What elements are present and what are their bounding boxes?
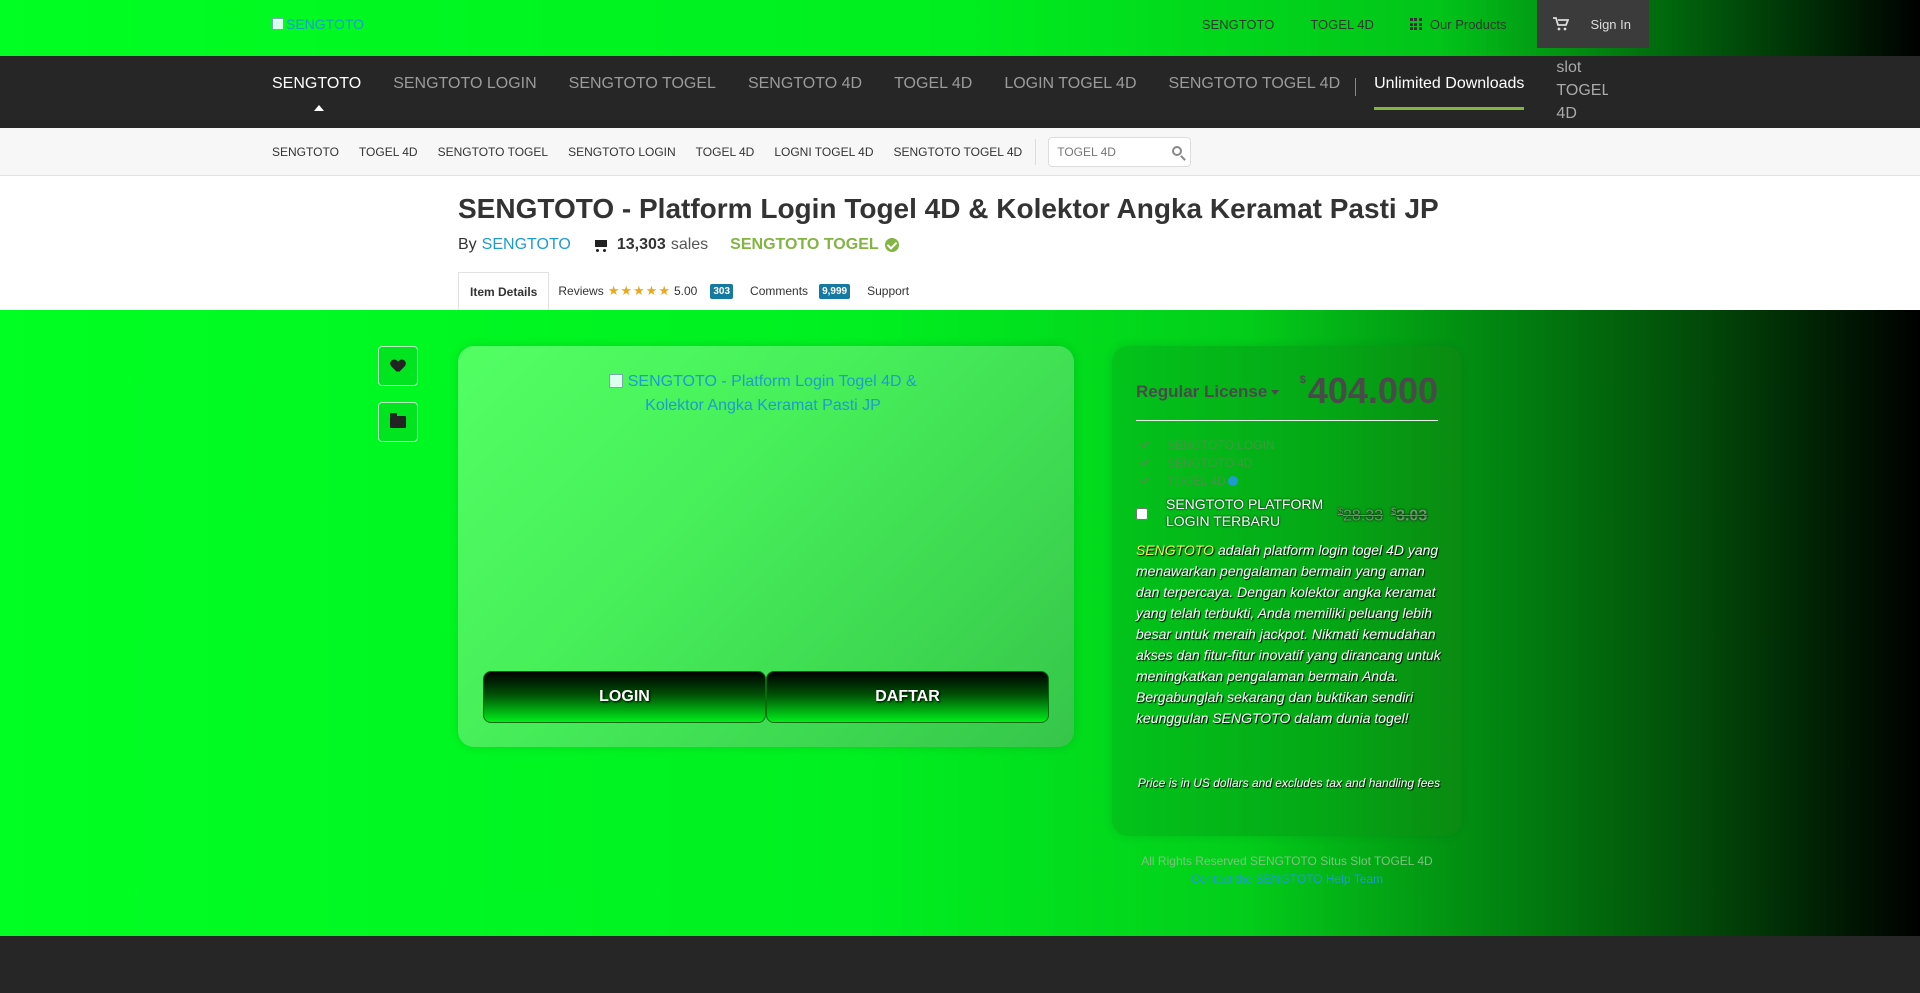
item-tabs: Item Details Reviews ★★★★★ 5.00 303 Comm…	[458, 272, 909, 310]
check-icon	[1139, 474, 1150, 485]
feature-label: TOGEL 4D	[1167, 474, 1226, 488]
nav-divider	[1355, 78, 1357, 96]
unlimited-downloads-link[interactable]: Unlimited Downloads	[1374, 56, 1525, 128]
subnav-logni-togel-4d[interactable]: LOGNI TOGEL 4D	[774, 145, 873, 159]
apps-grid-icon	[1409, 18, 1422, 30]
item-description: SENGTOTO adalah platform login togel 4D …	[1136, 540, 1442, 729]
price-value: 404.000	[1307, 370, 1438, 411]
logo-alt-text: SENGTOTO	[286, 16, 365, 32]
collection-button[interactable]	[378, 402, 418, 442]
cart-icon	[1552, 17, 1569, 31]
category-togel-4d[interactable]: TOGEL 4D	[894, 56, 972, 128]
top-bar: SENGTOTO SENGTOTO TOGEL 4D Our Products …	[0, 0, 1920, 56]
item-meta: By SENGTOTO 13,303 sales SENGTOTO TOGEL	[458, 235, 899, 255]
item-header: SENGTOTO - Platform Login Togel 4D & Kol…	[0, 176, 1920, 310]
description-brand: SENGTOTO	[1136, 542, 1215, 558]
caret-down-icon	[1271, 390, 1280, 395]
category-nav: SENGTOTO SENGTOTO LOGIN SENGTOTO TOGEL S…	[0, 56, 1920, 128]
subnav-divider	[1035, 139, 1037, 165]
rating-value: 5.00	[674, 284, 698, 298]
site-logo[interactable]: SENGTOTO	[272, 16, 364, 32]
description-text: adalah platform login togel 4D yang mena…	[1136, 542, 1441, 726]
rating-stars: ★★★★★	[607, 283, 671, 298]
search-input[interactable]	[1057, 139, 1168, 165]
heart-icon	[391, 360, 405, 373]
preview-image[interactable]: SENGTOTO - Platform Login Togel 4D & Kol…	[603, 370, 923, 418]
tab-comments[interactable]: Comments	[750, 284, 808, 298]
license-selector[interactable]: Regular License	[1136, 382, 1280, 402]
by-label: By	[458, 236, 477, 253]
verified-check-icon	[884, 238, 899, 252]
main-content: SENGTOTO - Platform Login Togel 4D & Kol…	[0, 310, 1920, 936]
sales-label: sales	[670, 236, 709, 253]
subnav-sengtoto[interactable]: SENGTOTO	[272, 145, 339, 159]
top-links: SENGTOTO TOGEL 4D Our Products Sign In	[1166, 0, 1649, 48]
subnav-sengtoto-login[interactable]: SENGTOTO LOGIN	[568, 145, 676, 159]
subnav-togel-4d[interactable]: TOGEL 4D	[359, 145, 418, 159]
feature-item: SENGTOTO 4D	[1139, 456, 1253, 470]
reviews-count-badge: 303	[710, 283, 734, 299]
feature-label: SENGTOTO 4D	[1167, 456, 1253, 470]
tab-item-details[interactable]: Item Details	[458, 272, 550, 310]
search-box	[1048, 137, 1192, 167]
favorite-button[interactable]	[378, 346, 418, 386]
price-divider	[1136, 420, 1438, 421]
our-products-link[interactable]: Our Products	[1409, 16, 1507, 32]
addon-new-price: $3.03	[1391, 506, 1428, 525]
sales-count: 13,303	[616, 236, 666, 253]
search-icon[interactable]	[1172, 146, 1183, 156]
broken-image-icon	[609, 374, 624, 388]
tab-support[interactable]: Support	[867, 284, 909, 298]
purchase-panel: Regular License $404.000 SENGTOTO LOGIN …	[1112, 346, 1462, 836]
help-team-link[interactable]: Contact the SENGTOTO Help Team	[1191, 872, 1383, 886]
info-icon[interactable]	[1227, 476, 1238, 486]
subnav-sengtoto-togel-4d[interactable]: SENGTOTO TOGEL 4D	[894, 145, 1023, 159]
daftar-button[interactable]: DAFTAR	[766, 671, 1049, 723]
addon-option: SENGTOTO PLATFORM LOGIN TERBARU $28.33 $…	[1136, 496, 1446, 532]
elite-author-badge: SENGTOTO TOGEL	[730, 236, 879, 253]
check-icon	[1139, 438, 1150, 449]
sub-nav: SENGTOTO TOGEL 4D SENGTOTO TOGEL SENGTOT…	[0, 128, 1920, 176]
folder-icon	[390, 413, 406, 428]
sign-in-label: Sign In	[1590, 16, 1631, 32]
cart-icon	[593, 238, 609, 252]
preview-image-alt: SENGTOTO - Platform Login Togel 4D & Kol…	[627, 373, 917, 414]
login-button[interactable]: LOGIN	[483, 671, 766, 723]
page-title: SENGTOTO - Platform Login Togel 4D & Kol…	[458, 193, 1439, 224]
top-link-togel-4d[interactable]: TOGEL 4D	[1310, 17, 1374, 32]
comments-count-badge: 9,999	[819, 283, 851, 299]
addon-old-price: $28.33	[1338, 506, 1384, 525]
broken-image-icon	[272, 18, 284, 30]
author-link[interactable]: SENGTOTO	[482, 236, 571, 254]
slot-togel-image[interactable]: slot TOGEL 4D	[1556, 56, 1608, 125]
check-icon	[1139, 456, 1150, 467]
feature-item: SENGTOTO LOGIN	[1139, 438, 1275, 452]
sign-in-button[interactable]: Sign In	[1536, 0, 1649, 48]
item-preview: SENGTOTO - Platform Login Togel 4D & Kol…	[458, 346, 1074, 747]
feature-item: TOGEL 4D	[1139, 474, 1238, 488]
feature-label: SENGTOTO LOGIN	[1167, 438, 1275, 452]
license-label: Regular License	[1136, 382, 1268, 401]
addon-label: SENGTOTO PLATFORM LOGIN TERBARU	[1166, 496, 1324, 529]
price-note: Price is in US dollars and excludes tax …	[1137, 776, 1441, 790]
category-sengtoto[interactable]: SENGTOTO	[272, 56, 361, 128]
subnav-sengtoto-togel[interactable]: SENGTOTO TOGEL	[438, 145, 548, 159]
our-products-label: Our Products	[1429, 16, 1507, 32]
category-sengtoto-4d[interactable]: SENGTOTO 4D	[748, 56, 862, 128]
category-sengtoto-login[interactable]: SENGTOTO LOGIN	[393, 56, 536, 128]
subnav-togel-4d-2[interactable]: TOGEL 4D	[696, 145, 755, 159]
currency-symbol: $	[1299, 374, 1306, 386]
addon-checkbox[interactable]	[1136, 508, 1148, 520]
copyright-text: All Rights Reserved SENGTOTO Situs Slot …	[1141, 854, 1433, 868]
top-link-sengtoto[interactable]: SENGTOTO	[1202, 17, 1274, 32]
category-login-togel-4d[interactable]: LOGIN TOGEL 4D	[1004, 56, 1136, 128]
price: $404.000	[1300, 370, 1438, 412]
copyright-block: All Rights Reserved SENGTOTO Situs Slot …	[1112, 852, 1462, 888]
category-sengtoto-togel[interactable]: SENGTOTO TOGEL	[569, 56, 716, 128]
category-sengtoto-togel-4d[interactable]: SENGTOTO TOGEL 4D	[1169, 56, 1341, 128]
tab-reviews[interactable]: Reviews	[558, 284, 603, 298]
